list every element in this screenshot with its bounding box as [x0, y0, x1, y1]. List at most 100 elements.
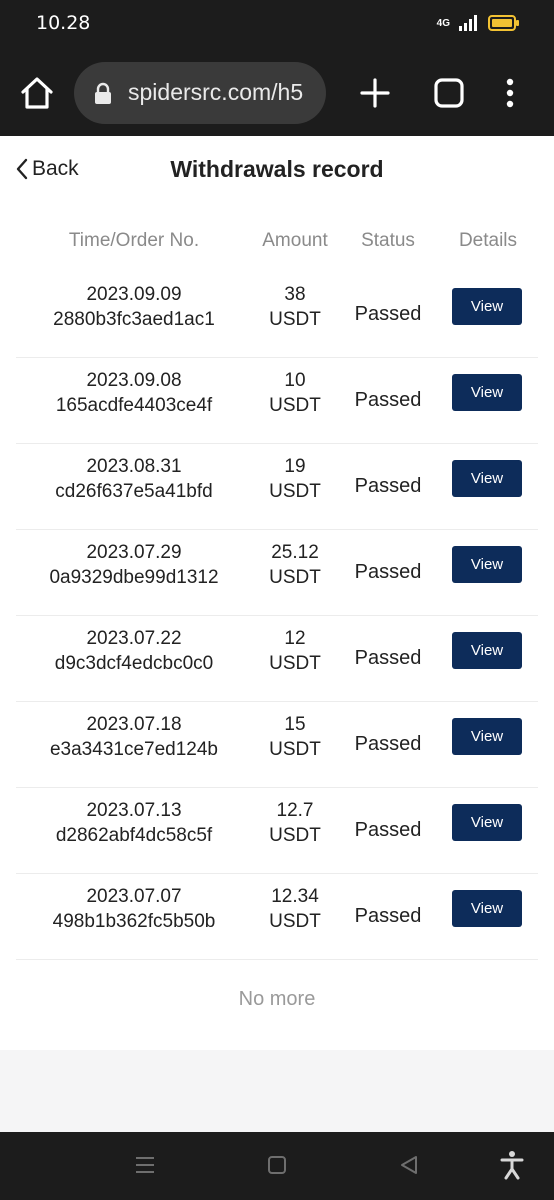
record-date: 2023.07.29 — [86, 542, 182, 563]
lock-icon — [95, 82, 111, 104]
amount-cell: 25.12 USDT — [252, 540, 338, 590]
order-number: d2862abf4dc58c5f — [55, 825, 213, 846]
table-row: 2023.09.08 165acdfe4403ce4f 10 USDT Pass… — [16, 358, 538, 444]
view-button[interactable]: View — [452, 288, 522, 325]
status-bar: 10.28 4G — [0, 0, 554, 50]
amount-cell: 12.7 USDT — [252, 798, 338, 848]
amount-value: 12.7 — [276, 800, 314, 821]
table-header: Time/Order No. Amount Status Details — [16, 230, 538, 258]
amount-cell: 15 USDT — [252, 712, 338, 762]
table-row: 2023.09.09 2880b3fc3aed1ac1 38 USDT Pass… — [16, 272, 538, 358]
amount-unit: USDT — [269, 911, 321, 932]
record-date: 2023.08.31 — [86, 456, 182, 477]
back-label: Back — [32, 157, 79, 180]
table-row: 2023.07.29 0a9329dbe99d1312 25.12 USDT P… — [16, 530, 538, 616]
home-icon[interactable] — [18, 74, 56, 112]
time-order-cell: 2023.07.22 d9c3dcf4edcbc0c0 — [16, 626, 252, 676]
status-cell: Passed — [354, 647, 422, 669]
time-order-cell: 2023.09.09 2880b3fc3aed1ac1 — [16, 282, 252, 332]
records-list: 2023.09.09 2880b3fc3aed1ac1 38 USDT Pass… — [16, 272, 538, 960]
browser-toolbar: spidersrc.com/h5 — [0, 50, 554, 136]
page-title: Withdrawals record — [170, 156, 384, 182]
signal-icon — [459, 15, 477, 31]
table-row: 2023.07.18 e3a3431ce7ed124b 15 USDT Pass… — [16, 702, 538, 788]
amount-unit: USDT — [269, 567, 321, 588]
status-cell: Passed — [354, 561, 422, 583]
amount-value: 38 — [284, 284, 306, 305]
more-menu-icon[interactable] — [500, 76, 520, 110]
table-row: 2023.07.22 d9c3dcf4edcbc0c0 12 USDT Pass… — [16, 616, 538, 702]
table-row: 2023.07.13 d2862abf4dc58c5f 12.7 USDT Pa… — [16, 788, 538, 874]
time-order-cell: 2023.09.08 165acdfe4403ce4f — [16, 368, 252, 418]
amount-cell: 12.34 USDT — [252, 884, 338, 934]
status-cell: Passed — [354, 389, 422, 411]
record-date: 2023.09.09 — [86, 284, 182, 305]
amount-cell: 10 USDT — [252, 368, 338, 418]
status-icons: 4G — [437, 14, 520, 32]
table-row: 2023.07.07 498b1b362fc5b50b 12.34 USDT P… — [16, 874, 538, 960]
amount-value: 19 — [284, 456, 306, 477]
system-nav-bar — [0, 1132, 554, 1200]
header-amount: Amount — [262, 230, 328, 251]
nav-back-icon[interactable] — [398, 1154, 420, 1176]
order-number: e3a3431ce7ed124b — [49, 739, 218, 760]
network-label: 4G — [436, 17, 450, 29]
record-date: 2023.07.22 — [86, 628, 182, 649]
record-date: 2023.09.08 — [86, 370, 182, 391]
table-row: 2023.08.31 cd26f637e5a41bfd 19 USDT Pass… — [16, 444, 538, 530]
view-button[interactable]: View — [452, 374, 522, 411]
nav-home-icon[interactable] — [266, 1154, 288, 1176]
order-number: 0a9329dbe99d1312 — [49, 567, 219, 588]
view-button[interactable]: View — [452, 632, 522, 669]
amount-unit: USDT — [269, 825, 321, 846]
back-button[interactable]: Back — [14, 154, 79, 184]
withdrawals-page: Back Withdrawals record Time/Order No. A… — [0, 136, 554, 1050]
amount-value: 25.12 — [271, 542, 319, 563]
status-cell: Passed — [354, 819, 422, 841]
record-date: 2023.07.07 — [86, 886, 182, 907]
header-time: Time/Order No. — [68, 230, 200, 251]
amount-value: 12.34 — [271, 886, 319, 907]
time-order-cell: 2023.07.07 498b1b362fc5b50b — [16, 884, 252, 934]
battery-icon — [488, 15, 519, 31]
amount-value: 12 — [284, 628, 306, 649]
record-date: 2023.07.13 — [86, 800, 182, 821]
view-button[interactable]: View — [452, 546, 522, 583]
amount-cell: 19 USDT — [252, 454, 338, 504]
time-order-cell: 2023.07.18 e3a3431ce7ed124b — [16, 712, 252, 762]
status-cell: Passed — [354, 303, 422, 325]
new-tab-icon[interactable] — [358, 76, 392, 110]
no-more-text: No more — [238, 988, 316, 1010]
amount-unit: USDT — [269, 739, 321, 760]
time-order-cell: 2023.07.13 d2862abf4dc58c5f — [16, 798, 252, 848]
view-button[interactable]: View — [452, 804, 522, 841]
status-cell: Passed — [354, 475, 422, 497]
time-order-cell: 2023.07.29 0a9329dbe99d1312 — [16, 540, 252, 590]
view-button[interactable]: View — [452, 460, 522, 497]
order-number: 498b1b362fc5b50b — [52, 911, 216, 932]
amount-unit: USDT — [269, 395, 321, 416]
time-order-cell: 2023.08.31 cd26f637e5a41bfd — [16, 454, 252, 504]
status-cell: Passed — [354, 733, 422, 755]
order-number: 2880b3fc3aed1ac1 — [53, 309, 215, 330]
accessibility-icon[interactable] — [500, 1150, 524, 1180]
amount-value: 10 — [284, 370, 306, 391]
amount-value: 15 — [284, 714, 306, 735]
status-cell: Passed — [354, 905, 422, 927]
chevron-left-icon — [16, 158, 28, 180]
view-button[interactable]: View — [452, 890, 522, 927]
header-status: Status — [361, 230, 415, 251]
amount-unit: USDT — [269, 309, 321, 330]
recent-apps-icon[interactable] — [134, 1154, 156, 1176]
record-date: 2023.07.18 — [86, 714, 182, 735]
address-bar[interactable]: spidersrc.com/h5 — [74, 62, 326, 124]
url-text: spidersrc.com/h5 — [128, 79, 304, 105]
order-number: d9c3dcf4edcbc0c0 — [54, 653, 214, 674]
amount-unit: USDT — [269, 653, 321, 674]
view-button[interactable]: View — [452, 718, 522, 755]
order-number: 165acdfe4403ce4f — [55, 395, 213, 416]
amount-cell: 38 USDT — [252, 282, 338, 332]
status-time: 10.28 — [36, 12, 91, 34]
tabs-icon[interactable] — [432, 76, 466, 110]
amount-cell: 12 USDT — [252, 626, 338, 676]
